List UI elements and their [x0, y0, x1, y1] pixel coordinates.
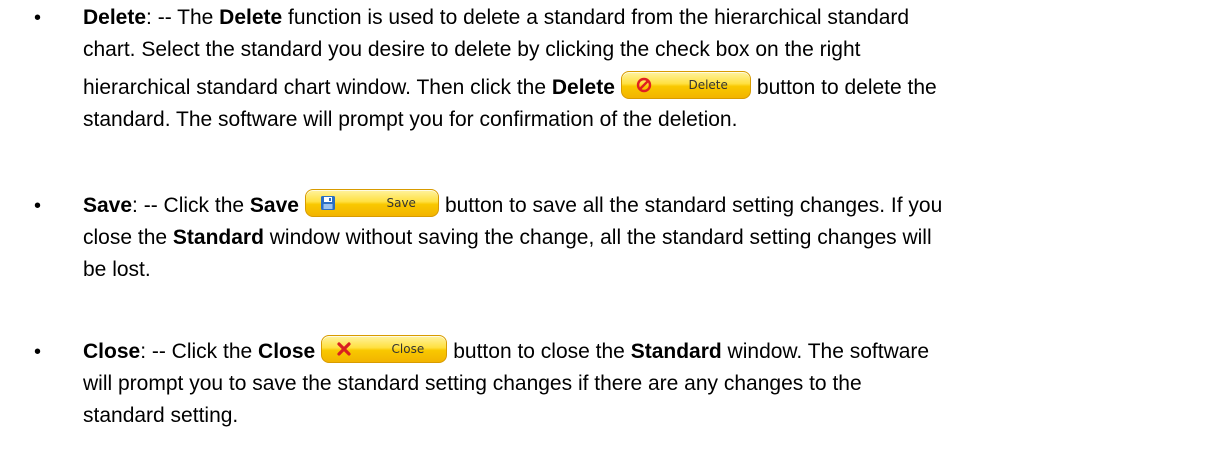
term-delete: Delete — [83, 6, 147, 29]
bullet: • — [34, 7, 42, 29]
term-save: Save — [83, 194, 133, 217]
red-x-icon — [337, 342, 351, 357]
floppy-disk-icon — [320, 196, 335, 211]
save-button-label: Save — [386, 196, 416, 211]
close-button[interactable]: Close — [321, 335, 448, 364]
document: • Delete: -- The Delete function is used… — [0, 0, 1218, 475]
no-entry-icon — [636, 78, 652, 93]
item-text: Save: -- Click the Save Save button to s… — [83, 189, 1203, 286]
delete-button-label: Delete — [688, 78, 728, 93]
item-text: Close: -- Click the Close Close button t… — [83, 335, 1203, 432]
item-text: Delete: -- The Delete function is used t… — [83, 6, 937, 131]
save-button[interactable]: Save — [304, 189, 439, 218]
close-button-label: Close — [391, 342, 425, 357]
bullet: • — [34, 341, 42, 363]
delete-button[interactable]: Delete — [620, 71, 751, 100]
bullet: • — [34, 195, 42, 217]
term-close: Close — [83, 340, 141, 363]
